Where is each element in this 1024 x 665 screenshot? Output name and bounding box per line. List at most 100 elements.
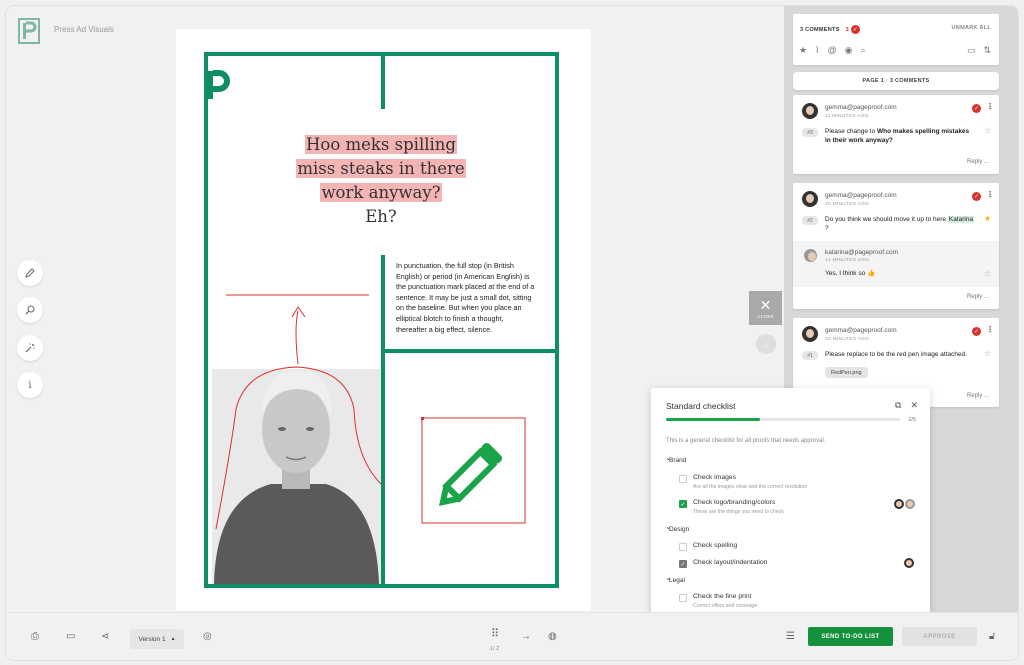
checklist-actions: ⧉ ✕: [895, 400, 918, 411]
section-legal[interactable]: Legal: [665, 573, 685, 584]
checkbox[interactable]: [679, 594, 687, 602]
more-options-icon[interactable]: ⋮: [986, 325, 994, 334]
comments-count[interactable]: 3 COMMENTS 3 ✓: [800, 25, 861, 34]
comment-card[interactable]: gemma@pageproof.com 11 MINUTES AGO ✓ ⋮ #…: [793, 95, 999, 174]
portrait-photo: [212, 369, 381, 584]
checkbox[interactable]: [679, 475, 687, 483]
avatar: [802, 191, 818, 207]
arrow-down-icon: ↓: [763, 338, 769, 350]
unmark-all-button[interactable]: UNMARK ALL: [952, 25, 991, 31]
info-button[interactable]: i: [17, 372, 43, 398]
close-icon[interactable]: ✕: [910, 400, 918, 411]
more-options-icon[interactable]: ⋮: [986, 190, 994, 199]
reply-button[interactable]: Reply ...: [967, 393, 989, 399]
avatar: [894, 499, 904, 509]
reply-button[interactable]: Reply ...: [967, 294, 989, 300]
sort-icons: ▭ ⇅: [967, 45, 991, 56]
print-icon[interactable]: ⎙: [31, 631, 39, 642]
reply-author: katarina@pageproof.com: [825, 249, 899, 256]
comment-time: 20 MINUTES AGO: [825, 337, 870, 342]
comment-time: 11 MINUTES AGO: [825, 114, 869, 119]
resolved-check-icon: ✓: [851, 25, 861, 34]
zoom-tool-button[interactable]: [17, 297, 43, 323]
sort-icon[interactable]: ⇅: [983, 45, 991, 56]
proof-page[interactable]: Hoo meks spilling miss steaks in there w…: [176, 29, 591, 611]
attachment-chip[interactable]: RedPen.png: [825, 367, 868, 378]
headline-line-2: miss steaks in there: [296, 159, 466, 178]
starred-icon[interactable]: ★: [984, 214, 991, 223]
checkbox[interactable]: [679, 543, 687, 551]
palette-icon[interactable]: ◍: [548, 631, 557, 642]
avatar: [802, 103, 818, 119]
comment-author: gemma@pageproof.com: [825, 104, 897, 111]
progress-fill: [666, 418, 760, 421]
filter-icons: ★ ⌇ @ ◉ ⌕: [799, 45, 866, 56]
checklist-icon[interactable]: ☰: [786, 631, 795, 642]
compare-icon[interactable]: ◎: [203, 631, 212, 642]
checkbox-checked[interactable]: ✓: [679, 500, 687, 508]
section-brand[interactable]: Brand: [665, 453, 686, 464]
document-title: Press Ad Visuals: [54, 25, 114, 34]
avatar: [905, 499, 915, 509]
comment-icon[interactable]: ▭: [66, 631, 75, 642]
close-comment-button[interactable]: ✕ CLOSE: [749, 291, 782, 325]
magic-tool-button[interactable]: [17, 335, 43, 361]
star-icon[interactable]: ☆: [984, 269, 991, 278]
page-indicator: 1/ 2: [490, 646, 500, 652]
checklist-progress-bar: [666, 418, 900, 421]
arrow-right-icon[interactable]: →: [521, 631, 531, 642]
checklist-description: This is a general checklist for all proo…: [666, 438, 826, 444]
avatar: [904, 558, 914, 568]
checkbox-checked[interactable]: ✓: [679, 560, 687, 568]
comment-number: #1: [802, 351, 818, 360]
comment-text: Do you think we should move it up to her…: [825, 216, 975, 232]
send-todo-list-button[interactable]: SEND TO-DO LIST: [808, 627, 893, 646]
checklist-popup: Standard checklist ⧉ ✕ 2/5 This is a gen…: [651, 388, 930, 617]
comment-card[interactable]: gemma@pageproof.com 16 MINUTES AGO ✓ ⋮ #…: [793, 183, 999, 309]
comment-text: Please change to Who makes spelling mist…: [825, 128, 970, 144]
star-filter-icon[interactable]: ★: [799, 45, 807, 56]
star-icon[interactable]: ☆: [984, 349, 991, 358]
comment-view-icon[interactable]: ▭: [967, 45, 976, 56]
comments-toolbar: 3 COMMENTS 3 ✓ UNMARK ALL ★ ⌇ @ ◉ ⌕ ▭ ⇅: [793, 14, 999, 65]
comment-time: 16 MINUTES AGO: [825, 202, 870, 207]
attachment-filter-icon[interactable]: ⌇: [815, 45, 819, 56]
share-icon[interactable]: ⋖: [101, 631, 109, 642]
section-design[interactable]: Design: [665, 522, 689, 533]
reply-time: 14 MINUTES AGO: [825, 258, 870, 263]
ad-body-text: In punctuation, the full stop (in Britis…: [396, 261, 535, 334]
bottom-toolbar: ⎙ ▭ ⋖ Version 1 ▲ ◎ ⠿ 1/ 2 → ◍ ☰ SEND TO…: [6, 612, 1018, 660]
info-icon: i: [28, 379, 32, 391]
page-comments-chip[interactable]: PAGE 1 · 3 COMMENTS: [793, 72, 999, 90]
headline-line-3: work anyway?: [320, 183, 442, 202]
magic-wand-icon: [25, 343, 35, 353]
zoom-icon: [25, 305, 35, 315]
app-window: Press Ad Visuals i Hoo meks spilling mis…: [6, 6, 1018, 660]
done-check-icon[interactable]: ✓: [972, 192, 981, 201]
version-select[interactable]: Version 1 ▲: [130, 629, 184, 649]
done-check-icon[interactable]: ✓: [972, 104, 981, 113]
grid-view-icon[interactable]: ⠿: [491, 627, 499, 640]
pageproof-logo-icon[interactable]: [18, 18, 40, 44]
close-icon: ✕: [759, 296, 772, 313]
approve-button[interactable]: APPROVE: [902, 627, 977, 646]
headline-line-1: Hoo meks spilling: [305, 135, 457, 154]
comment-author: gemma@pageproof.com: [825, 327, 897, 334]
star-icon[interactable]: ☆: [984, 126, 991, 135]
close-label: CLOSE: [757, 313, 774, 319]
ad-headline: Hoo meks spilling miss steaks in there w…: [296, 133, 466, 229]
open-external-icon[interactable]: ⧉: [895, 400, 901, 411]
unlock-icon[interactable]: 🔓︎: [989, 631, 995, 642]
search-icon[interactable]: ⌕: [860, 45, 865, 56]
pen-tool-button[interactable]: [17, 260, 43, 286]
checklist-title: Standard checklist: [666, 401, 736, 411]
done-check-icon[interactable]: ✓: [972, 327, 981, 336]
avatar: [804, 249, 817, 262]
eye-filter-icon[interactable]: ◉: [845, 45, 853, 56]
mention-filter-icon[interactable]: @: [827, 45, 836, 56]
more-options-icon[interactable]: ⋮: [986, 102, 994, 111]
headline-tail: Eh?: [365, 207, 397, 226]
reply-thread: katarina@pageproof.com 14 MINUTES AGO Ye…: [793, 241, 999, 287]
next-comment-button[interactable]: ↓: [756, 334, 776, 354]
reply-button[interactable]: Reply ...: [967, 159, 989, 165]
